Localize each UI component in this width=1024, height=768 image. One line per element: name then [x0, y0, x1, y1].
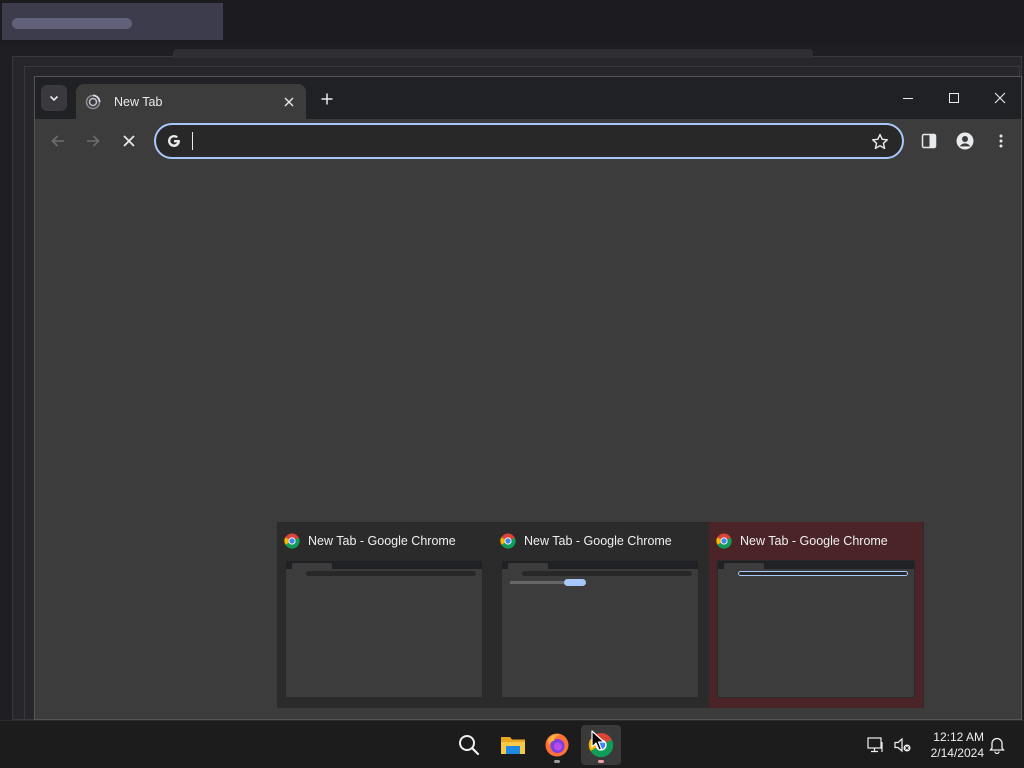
background-app-titlebar	[0, 0, 1024, 44]
background-title-placeholder	[12, 18, 132, 29]
volume-muted-icon	[894, 737, 911, 753]
thumbnail-tabbar	[502, 561, 698, 569]
taskbar-firefox[interactable]	[537, 725, 577, 765]
profile-icon	[956, 132, 974, 150]
close-icon	[123, 135, 135, 147]
preview-title: New Tab - Google Chrome	[308, 534, 456, 548]
address-bar[interactable]	[154, 123, 904, 159]
thumbnail-suggestion	[510, 581, 565, 584]
system-clock[interactable]: 12:12 AM 2/14/2024	[918, 729, 984, 761]
preview-header: New Tab - Google Chrome	[716, 533, 888, 549]
mouse-cursor-icon	[591, 730, 605, 751]
tray-network[interactable]	[865, 734, 887, 756]
side-panel-icon	[921, 133, 937, 149]
firefox-icon	[545, 733, 569, 757]
network-icon	[867, 737, 883, 753]
side-panel-button[interactable]	[917, 129, 941, 153]
preview-thumbnail	[501, 560, 699, 698]
tab-new-tab[interactable]: New Tab	[76, 84, 306, 119]
loading-spinner-icon	[84, 93, 102, 111]
background-window-tabstrip	[173, 49, 813, 58]
file-explorer-icon	[501, 737, 525, 754]
close-window-button[interactable]	[978, 83, 1021, 113]
clock-time: 12:12 AM	[933, 730, 984, 744]
tray-notifications[interactable]	[986, 734, 1008, 756]
preview-header: New Tab - Google Chrome	[284, 533, 456, 549]
forward-button[interactable]	[79, 127, 107, 155]
chrome-icon	[500, 533, 516, 549]
chrome-icon	[716, 533, 732, 549]
minimize-icon	[903, 98, 913, 99]
tab-search-button[interactable]	[41, 85, 67, 111]
thumbnail-tab	[292, 563, 332, 569]
search-icon	[459, 735, 480, 756]
clock-date: 2/14/2024	[930, 746, 984, 760]
close-icon	[994, 92, 1006, 104]
preview-window-1[interactable]: New Tab - Google Chrome	[277, 522, 491, 708]
bookmark-star-icon[interactable]	[870, 132, 890, 152]
thumbnail-tab	[724, 563, 764, 569]
chevron-down-icon	[49, 95, 59, 102]
running-indicator	[554, 760, 560, 763]
taskbar-previews: New Tab - Google Chrome New Tab - Google…	[277, 522, 924, 708]
thumbnail-tab	[508, 563, 548, 569]
chrome-icon	[284, 533, 300, 549]
thumbnail-omnibox	[306, 571, 476, 576]
preview-thumbnail	[285, 560, 483, 698]
preview-window-3[interactable]: New Tab - Google Chrome	[709, 522, 923, 708]
address-input[interactable]	[190, 131, 830, 151]
maximize-button[interactable]	[932, 83, 976, 113]
stop-loading-button[interactable]	[115, 127, 143, 155]
preview-window-2[interactable]: New Tab - Google Chrome	[493, 522, 707, 708]
background-title-block[interactable]	[2, 3, 223, 40]
bell-icon	[989, 737, 1005, 754]
tab-title: New Tab	[114, 94, 163, 109]
arrow-right-icon	[87, 135, 100, 147]
toolbar	[35, 119, 1021, 161]
new-tab-button[interactable]	[316, 88, 338, 110]
taskbar-file-explorer[interactable]	[493, 725, 533, 765]
minimize-button[interactable]	[886, 83, 930, 113]
arrow-left-icon	[51, 135, 64, 147]
taskbar-search-button[interactable]	[449, 725, 489, 765]
back-button[interactable]	[44, 127, 72, 155]
thumbnail-omnibox	[522, 571, 692, 576]
tray-volume[interactable]	[892, 734, 914, 756]
plus-icon	[321, 93, 333, 105]
profile-button[interactable]	[953, 129, 977, 153]
maximize-icon	[949, 93, 959, 103]
thumbnail-tabbar	[286, 561, 482, 569]
more-vertical-icon	[999, 134, 1003, 148]
thumbnail-omnibox	[738, 571, 908, 576]
thumbnail-tabbar	[718, 561, 914, 569]
menu-button[interactable]	[989, 129, 1013, 153]
running-indicator	[598, 760, 604, 763]
taskbar: 12:12 AM 2/14/2024	[0, 720, 1024, 768]
tab-close-icon[interactable]	[280, 93, 298, 111]
google-g-icon	[168, 134, 180, 147]
preview-thumbnail	[717, 560, 915, 698]
preview-title: New Tab - Google Chrome	[740, 534, 888, 548]
preview-title: New Tab - Google Chrome	[524, 534, 672, 548]
thumbnail-button	[564, 579, 586, 586]
text-cursor	[192, 132, 193, 150]
tab-bar: New Tab	[35, 77, 1021, 119]
preview-header: New Tab - Google Chrome	[500, 533, 672, 549]
